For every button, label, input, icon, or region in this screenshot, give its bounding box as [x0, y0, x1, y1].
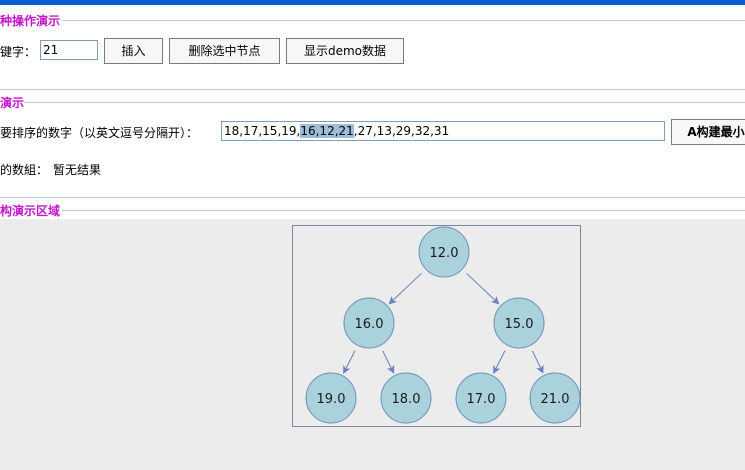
- tree-node-label: 16.0: [355, 317, 384, 332]
- numbers-input-text-after: ,27,13,29,32,31: [353, 124, 450, 138]
- section-divider: [24, 102, 745, 103]
- section-operations-title: 种操作演示: [0, 14, 61, 28]
- section-sort-title: 演示: [0, 96, 25, 110]
- tree-node[interactable]: 16.0: [343, 297, 395, 349]
- section-tree-title: 构演示区域: [0, 204, 61, 218]
- result-value: 暂无结果: [53, 163, 102, 177]
- tree-node-label: 19.0: [317, 392, 346, 407]
- tree-node[interactable]: 19.0: [305, 372, 357, 424]
- heap-tree-diagram: 12.0 16.0 15.0 19.0 18.0 17.0 21.0: [305, 226, 581, 424]
- tree-node-label: 18.0: [392, 392, 421, 407]
- build-min-heap-button[interactable]: A构建最小: [671, 119, 745, 145]
- tree-node[interactable]: 15.0: [493, 297, 545, 349]
- key-input[interactable]: 21: [40, 40, 98, 60]
- tree-edge-arrow: [343, 350, 356, 374]
- numbers-input-label: 要排序的数字（以英文逗号分隔开）：: [0, 126, 199, 140]
- tree-node[interactable]: 21.0: [529, 372, 581, 424]
- show-demo-data-button[interactable]: 显示demo数据: [286, 38, 404, 64]
- tree-edge-arrow: [382, 350, 395, 374]
- tree-display-area[interactable]: 12.0 16.0 15.0 19.0 18.0 17.0 21.0: [292, 225, 581, 427]
- section-divider: [62, 210, 745, 211]
- tree-edge-arrow: [388, 272, 422, 305]
- key-label: 键字：: [0, 45, 37, 59]
- tree-node[interactable]: 12.0: [418, 226, 470, 278]
- tree-edge-arrow: [531, 350, 544, 374]
- section-divider: [0, 197, 745, 198]
- section-divider: [0, 89, 745, 90]
- tree-node[interactable]: 18.0: [380, 372, 432, 424]
- insert-button[interactable]: 插入: [104, 38, 163, 64]
- numbers-input[interactable]: 18,17,15,19,16,12,21,27,13,29,32,31: [221, 121, 665, 141]
- section-divider: [62, 20, 745, 21]
- numbers-input-selection: 16,12,21: [300, 124, 354, 138]
- control-pane: 种操作演示 键字： 21 插入 删除选中节点 显示demo数据 演示 要排序的数…: [0, 5, 745, 219]
- tree-edge-arrow: [493, 350, 506, 374]
- tree-node-label: 21.0: [541, 392, 570, 407]
- numbers-input-text-before: 18,17,15,19,: [224, 124, 301, 138]
- tree-node-label: 17.0: [467, 392, 496, 407]
- delete-selected-node-button[interactable]: 删除选中节点: [169, 38, 280, 64]
- tree-node-label: 15.0: [505, 317, 534, 332]
- result-label: 的数組：: [0, 163, 49, 177]
- tree-node-label: 12.0: [430, 246, 459, 261]
- tree-edge-arrow: [466, 272, 500, 305]
- tree-node[interactable]: 17.0: [455, 372, 507, 424]
